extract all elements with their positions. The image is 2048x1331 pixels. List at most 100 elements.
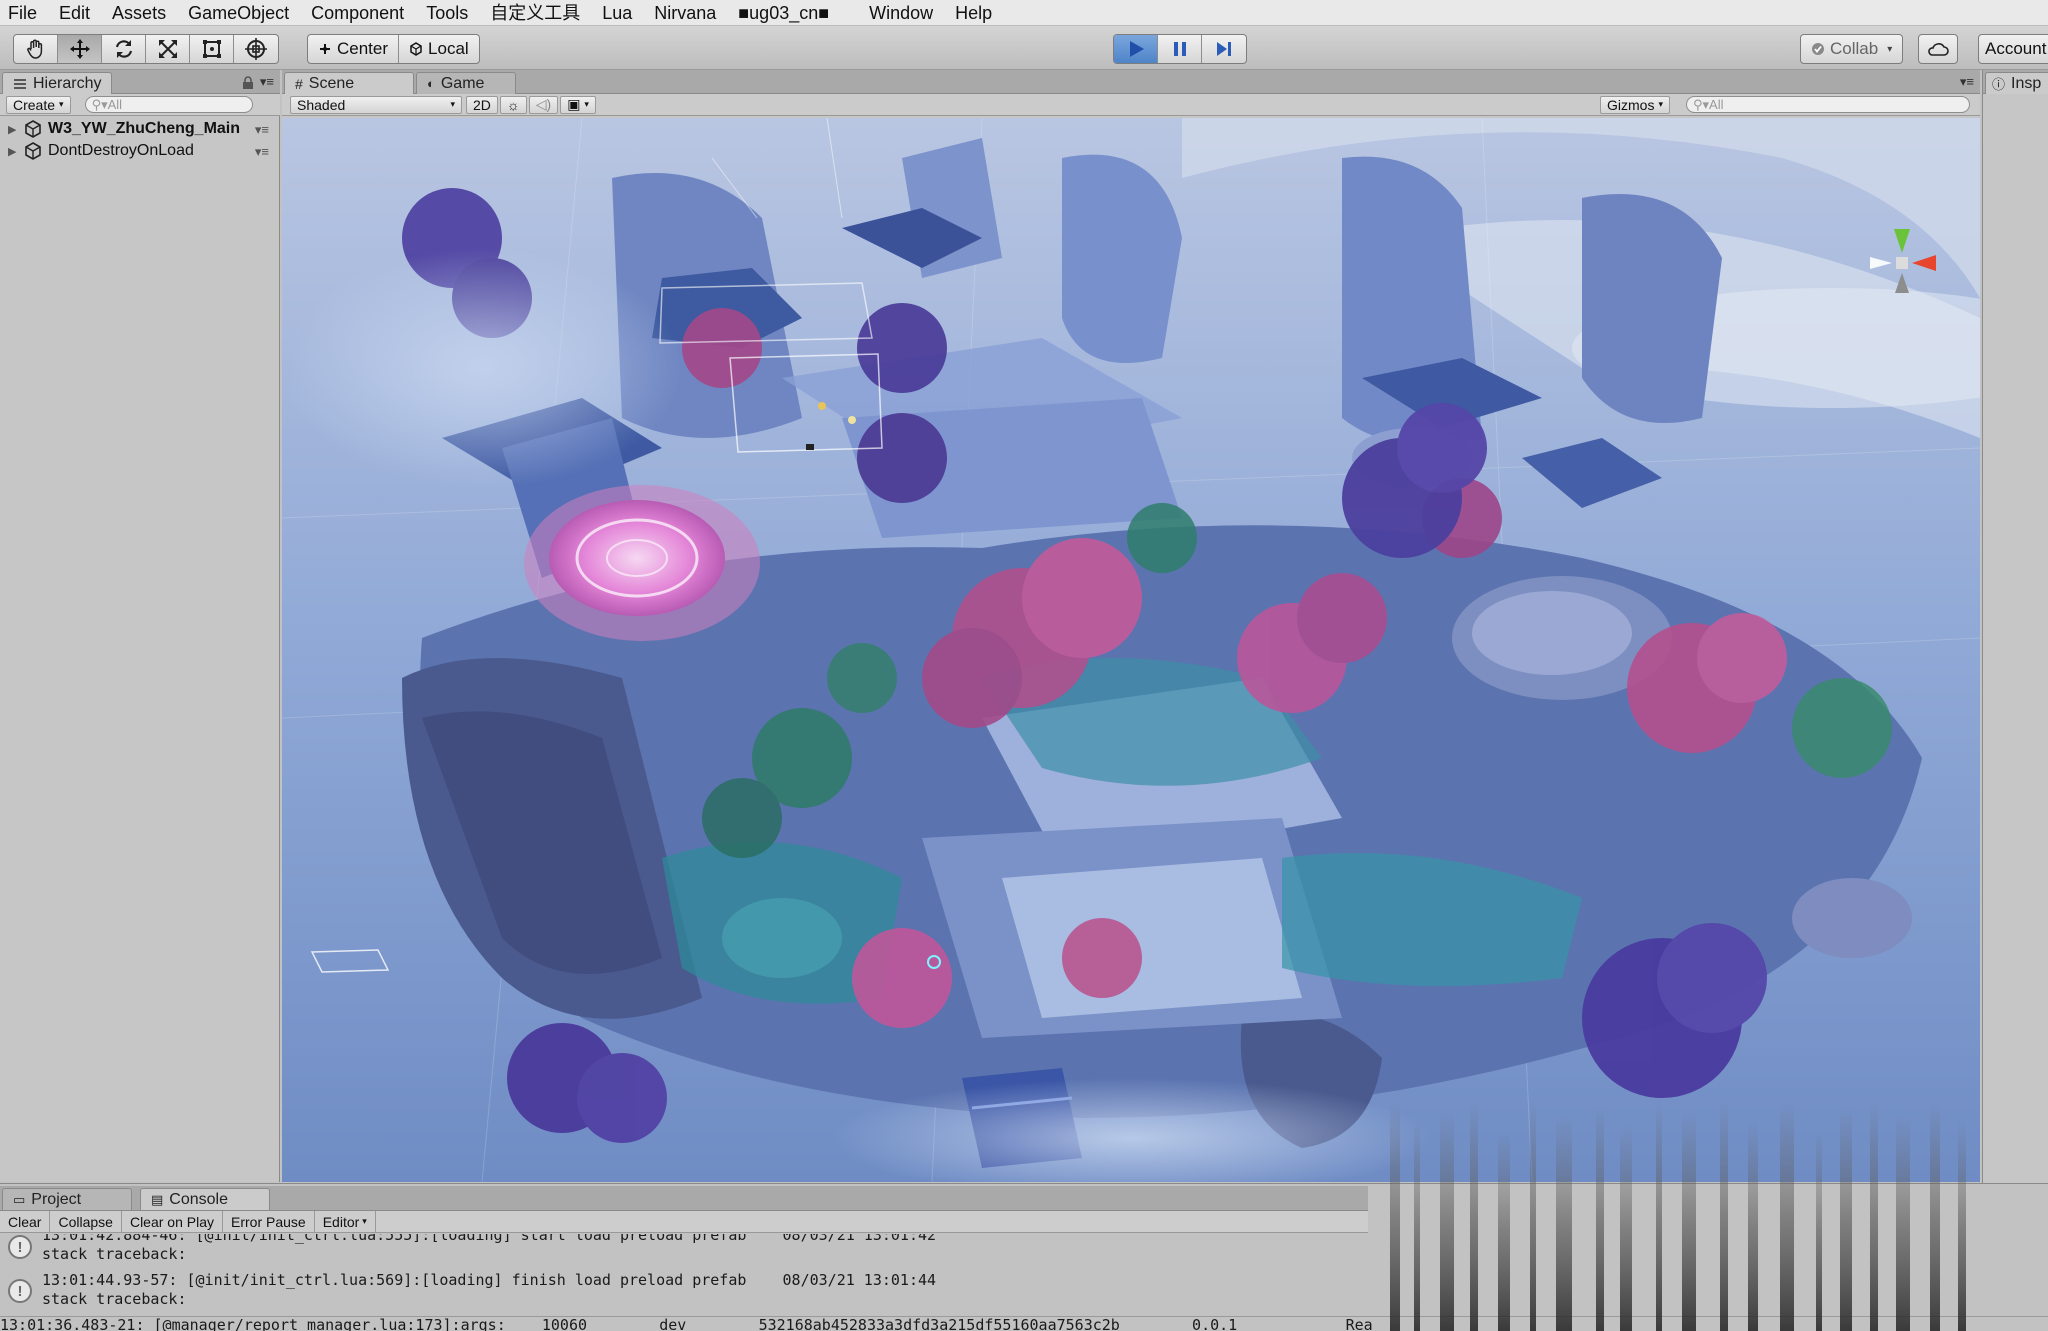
scale-icon [158, 40, 177, 58]
scene-menu-icon[interactable]: ▾≡ [255, 122, 269, 138]
cloud-group [1918, 34, 1958, 64]
transform-tools-group [13, 34, 279, 64]
lock-icon[interactable] [242, 75, 254, 95]
console-error-pause-button[interactable]: Error Pause [223, 1211, 315, 1232]
log-entry[interactable]: ! 13:01:42.884-46: [@init/init_ctrl.lua:… [0, 1234, 1368, 1270]
shading-mode-dropdown[interactable]: Shaded ▾ [290, 95, 462, 114]
rotate-icon [115, 40, 132, 58]
cloud-icon [1928, 43, 1949, 56]
create-dropdown[interactable]: Create ▾ [6, 95, 71, 114]
pivot-local-button[interactable]: Local [399, 35, 479, 63]
play-icon [1129, 41, 1144, 57]
cloud-button[interactable] [1919, 35, 1957, 63]
menu-assets[interactable]: Assets [101, 0, 177, 26]
pause-icon [1173, 42, 1186, 56]
tab-game-label: Game [440, 74, 485, 92]
tab-console[interactable]: ▤ Console [140, 1188, 270, 1210]
menu-edit[interactable]: Edit [48, 0, 101, 26]
console-collapse-button[interactable]: Collapse [50, 1211, 122, 1232]
transform-tool-button[interactable] [234, 35, 278, 63]
scene-lighting-button[interactable]: ☼ [499, 95, 527, 114]
rect-tool-button[interactable] [190, 35, 234, 63]
collab-label: Collab [1830, 39, 1879, 58]
tab-inspector-label: Insp [2011, 74, 2042, 92]
console-editor-label: Editor [322, 1213, 360, 1230]
menu-window[interactable]: Window [858, 0, 944, 26]
shading-mode-label: Shaded [297, 96, 346, 113]
hierarchy-panel: Hierarchy ▾≡ Create ▾ ⚲▾ All ▶ W3_YW_Zhu… [0, 70, 280, 1182]
tab-game[interactable]: ◐ Game [416, 72, 516, 94]
list-icon [14, 78, 26, 89]
pause-button[interactable] [1158, 35, 1202, 63]
collab-button[interactable]: Collab ▾ [1801, 35, 1902, 63]
inspector-tab-strip: ⓘ Insp [1983, 70, 2048, 94]
console-clear-button[interactable]: Clear [0, 1211, 51, 1232]
account-label: Account [1985, 39, 2047, 58]
scale-tool-button[interactable] [146, 35, 190, 63]
scene-audio-button[interactable]: ◁) [528, 95, 559, 114]
scene-search-placeholder: All [1709, 97, 1724, 112]
render-glitch-overlay [1370, 1100, 1982, 1331]
dropdown-arrow-icon: ▾ [584, 99, 589, 109]
pacman-icon: ◐ [427, 76, 435, 91]
pivot-center-button[interactable]: Center [308, 35, 400, 63]
move-tool-button[interactable] [58, 35, 102, 63]
tab-scene[interactable]: # Scene [284, 72, 414, 94]
pivot-local-label: Local [428, 39, 469, 58]
tab-project[interactable]: ▭ Project [2, 1188, 132, 1210]
play-button[interactable] [1114, 35, 1158, 63]
toggle-2d-button[interactable]: 2D [466, 95, 498, 114]
panel-menu-icon[interactable]: ▾≡ [1960, 74, 1974, 90]
menu-nirvana[interactable]: Nirvana [643, 0, 727, 26]
log-entry[interactable]: ! 13:01:44.93-57: [@init/init_ctrl.lua:5… [0, 1270, 1368, 1314]
scene-tab-strip: # Scene ◐ Game ▾≡ [282, 70, 1980, 94]
menu-file[interactable]: File [0, 0, 48, 26]
log-stack: stack traceback: [42, 1245, 187, 1263]
console-editor-dropdown[interactable]: Editor ▾ [315, 1211, 376, 1232]
scene-effects-dropdown[interactable]: ▣ ▾ [560, 95, 596, 114]
menu-lua[interactable]: Lua [591, 0, 643, 26]
info-icon: ⓘ [1992, 77, 2006, 92]
scene-viewport[interactable] [282, 118, 1980, 1182]
menu-help[interactable]: Help [944, 0, 1003, 26]
folder-icon: ▭ [13, 1191, 26, 1207]
hierarchy-search-input[interactable]: ⚲▾ All [84, 96, 253, 113]
console-clear-on-play-button[interactable]: Clear on Play [122, 1211, 223, 1232]
log-message: 13:01:44.93-57: [@init/init_ctrl.lua:569… [42, 1271, 937, 1289]
expand-triangle-icon[interactable]: ▶ [8, 145, 18, 158]
menu-tools[interactable]: Tools [415, 0, 479, 26]
step-button[interactable] [1202, 35, 1246, 63]
pivot-center-icon [320, 44, 330, 54]
rotate-tool-button[interactable] [102, 35, 146, 63]
mode-2d-label: 2D [473, 96, 491, 113]
menu-component[interactable]: Component [300, 0, 415, 26]
hierarchy-subbar: Create ▾ ⚲▾ All [0, 94, 280, 116]
image-icon: ▣ [567, 96, 581, 112]
tab-hierarchy[interactable]: Hierarchy [2, 72, 113, 94]
gizmos-label: Gizmos [1607, 96, 1655, 113]
panel-menu-icon[interactable]: ▾≡ [260, 74, 274, 90]
scene-menu-icon[interactable]: ▾≡ [255, 144, 269, 160]
hierarchy-item-scene[interactable]: ▶ W3_YW_ZhuCheng_Main [8, 118, 240, 140]
account-button[interactable]: Account [1979, 35, 2048, 63]
expand-triangle-icon[interactable]: ▶ [8, 123, 18, 136]
tab-console-label: Console [169, 1190, 228, 1208]
menu-project-custom[interactable]: ■ug03_cn■ [727, 0, 840, 26]
speaker-icon: ◁) [535, 96, 552, 112]
search-icon: ⚲▾ [91, 96, 108, 112]
tab-hierarchy-label: Hierarchy [33, 74, 102, 92]
hierarchy-item-dontdestroy[interactable]: ▶ DontDestroyOnLoad [8, 140, 194, 162]
hand-tool-button[interactable] [14, 35, 58, 63]
main-toolbar: Center Local Collab ▾ Account [0, 26, 2048, 70]
local-space-icon [410, 42, 422, 56]
menu-custom-tools[interactable]: 自定义工具 [479, 0, 591, 26]
log-message: 13:01:42.884-46: [@init/init_ctrl.lua:55… [42, 1234, 937, 1244]
gizmos-dropdown[interactable]: Gizmos ▾ [1600, 95, 1670, 114]
tab-inspector[interactable]: ⓘ Insp [1985, 72, 2048, 94]
move-arrows-icon [69, 39, 90, 59]
menu-gameobject[interactable]: GameObject [177, 0, 300, 26]
scene-search-input[interactable]: ⚲▾ All [1686, 96, 1970, 113]
hierarchy-search-placeholder: All [107, 97, 123, 112]
console-icon: ▤ [151, 1191, 164, 1207]
rect-transform-icon [202, 40, 221, 58]
